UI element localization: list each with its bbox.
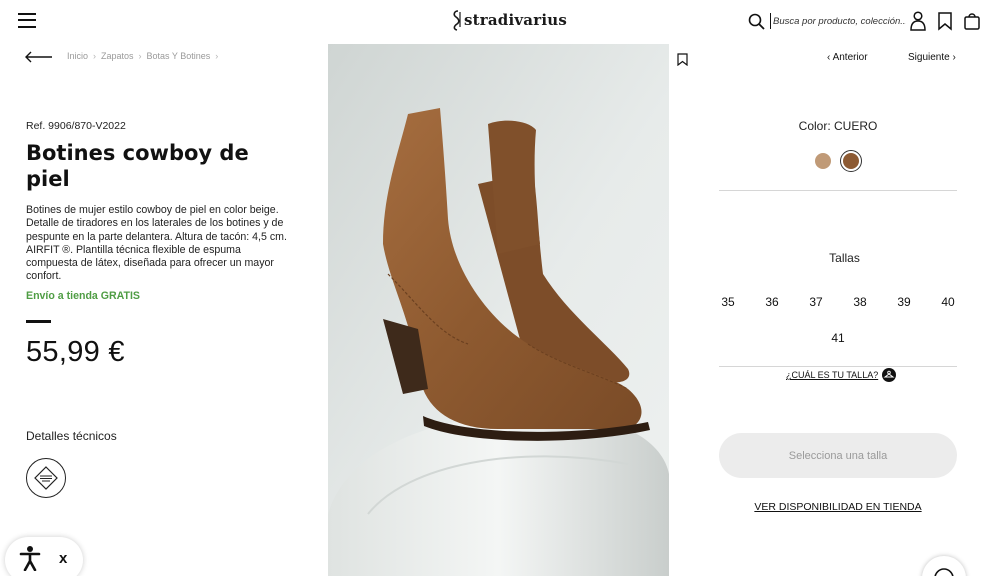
product-image[interactable] (328, 44, 669, 576)
divider (719, 366, 957, 367)
search-icon[interactable] (748, 13, 765, 30)
color-label: Color: CUERO (798, 119, 878, 133)
logo[interactable]: stradivarius (451, 8, 567, 32)
select-size-button[interactable]: Selecciona una talla (719, 433, 957, 478)
size-option[interactable]: 40 (933, 295, 963, 309)
size-option[interactable]: 36 (757, 295, 787, 309)
next-label: Siguiente (908, 52, 950, 63)
wishlist-bookmark-icon[interactable] (936, 11, 954, 31)
sizes-title: Tallas (829, 251, 860, 265)
product-description: Botines de mujer estilo cowboy de piel e… (26, 204, 287, 283)
color-swatch-beige[interactable] (815, 153, 831, 169)
previous-product-link[interactable]: ‹ Anterior (827, 52, 868, 63)
boots-photo (328, 44, 669, 576)
color-swatch-cuero[interactable] (843, 153, 859, 169)
logo-mark-icon (453, 10, 461, 31)
airfit-tech-icon[interactable] (26, 458, 66, 498)
size-option[interactable]: 39 (889, 295, 919, 309)
size-option[interactable]: 35 (713, 295, 743, 309)
previous-label: Anterior (832, 52, 868, 63)
size-guide-label: ¿CUÁL ES TU TALLA? (786, 370, 879, 380)
user-icon[interactable] (909, 11, 927, 31)
chat-icon (934, 568, 954, 576)
size-option[interactable]: 37 (801, 295, 831, 309)
logo-text: stradivarius (464, 11, 567, 29)
breadcrumb-separator: › (138, 51, 142, 61)
accessibility-widget: x (5, 537, 83, 576)
breadcrumb-item-botas[interactable]: Botas Y Botines (147, 51, 211, 61)
size-option[interactable]: 41 (823, 331, 853, 345)
shopping-bag-icon[interactable] (963, 11, 981, 31)
store-availability-link[interactable]: VER DISPONIBILIDAD EN TIENDA (719, 501, 957, 513)
search-input[interactable] (770, 13, 906, 29)
back-arrow-icon[interactable] (25, 51, 53, 63)
product-title: Botines cowboy de piel (26, 141, 249, 191)
breadcrumb-separator: › (215, 51, 219, 61)
bookmark-icon[interactable] (677, 53, 688, 66)
chevron-right-icon: › (949, 52, 956, 63)
next-product-link[interactable]: Siguiente › (908, 52, 956, 63)
search-area (748, 10, 906, 32)
menu-icon[interactable] (18, 12, 36, 29)
breadcrumb-separator: › (93, 51, 97, 61)
tech-details-title: Detalles técnicos (26, 429, 117, 443)
hanger-icon (882, 368, 897, 382)
price-divider (26, 320, 51, 323)
insole-icon (34, 466, 58, 490)
breadcrumb-item-inicio[interactable]: Inicio (67, 51, 88, 61)
product-price: 55,99 € (26, 336, 125, 368)
shipping-info: Envío a tienda GRATIS (26, 290, 140, 302)
size-guide-link[interactable]: ¿CUÁL ES TU TALLA? (786, 368, 897, 382)
breadcrumb: Inicio › Zapatos › Botas Y Botines › (67, 51, 218, 61)
size-option[interactable]: 38 (845, 295, 875, 309)
accessibility-icon[interactable] (19, 545, 41, 571)
breadcrumb-item-zapatos[interactable]: Zapatos (101, 51, 134, 61)
header: stradivarius (0, 0, 981, 42)
divider (719, 190, 957, 191)
accessibility-close-button[interactable]: x (59, 550, 67, 567)
chat-button[interactable] (922, 556, 966, 576)
product-reference: Ref. 9906/870-V2022 (26, 120, 126, 132)
